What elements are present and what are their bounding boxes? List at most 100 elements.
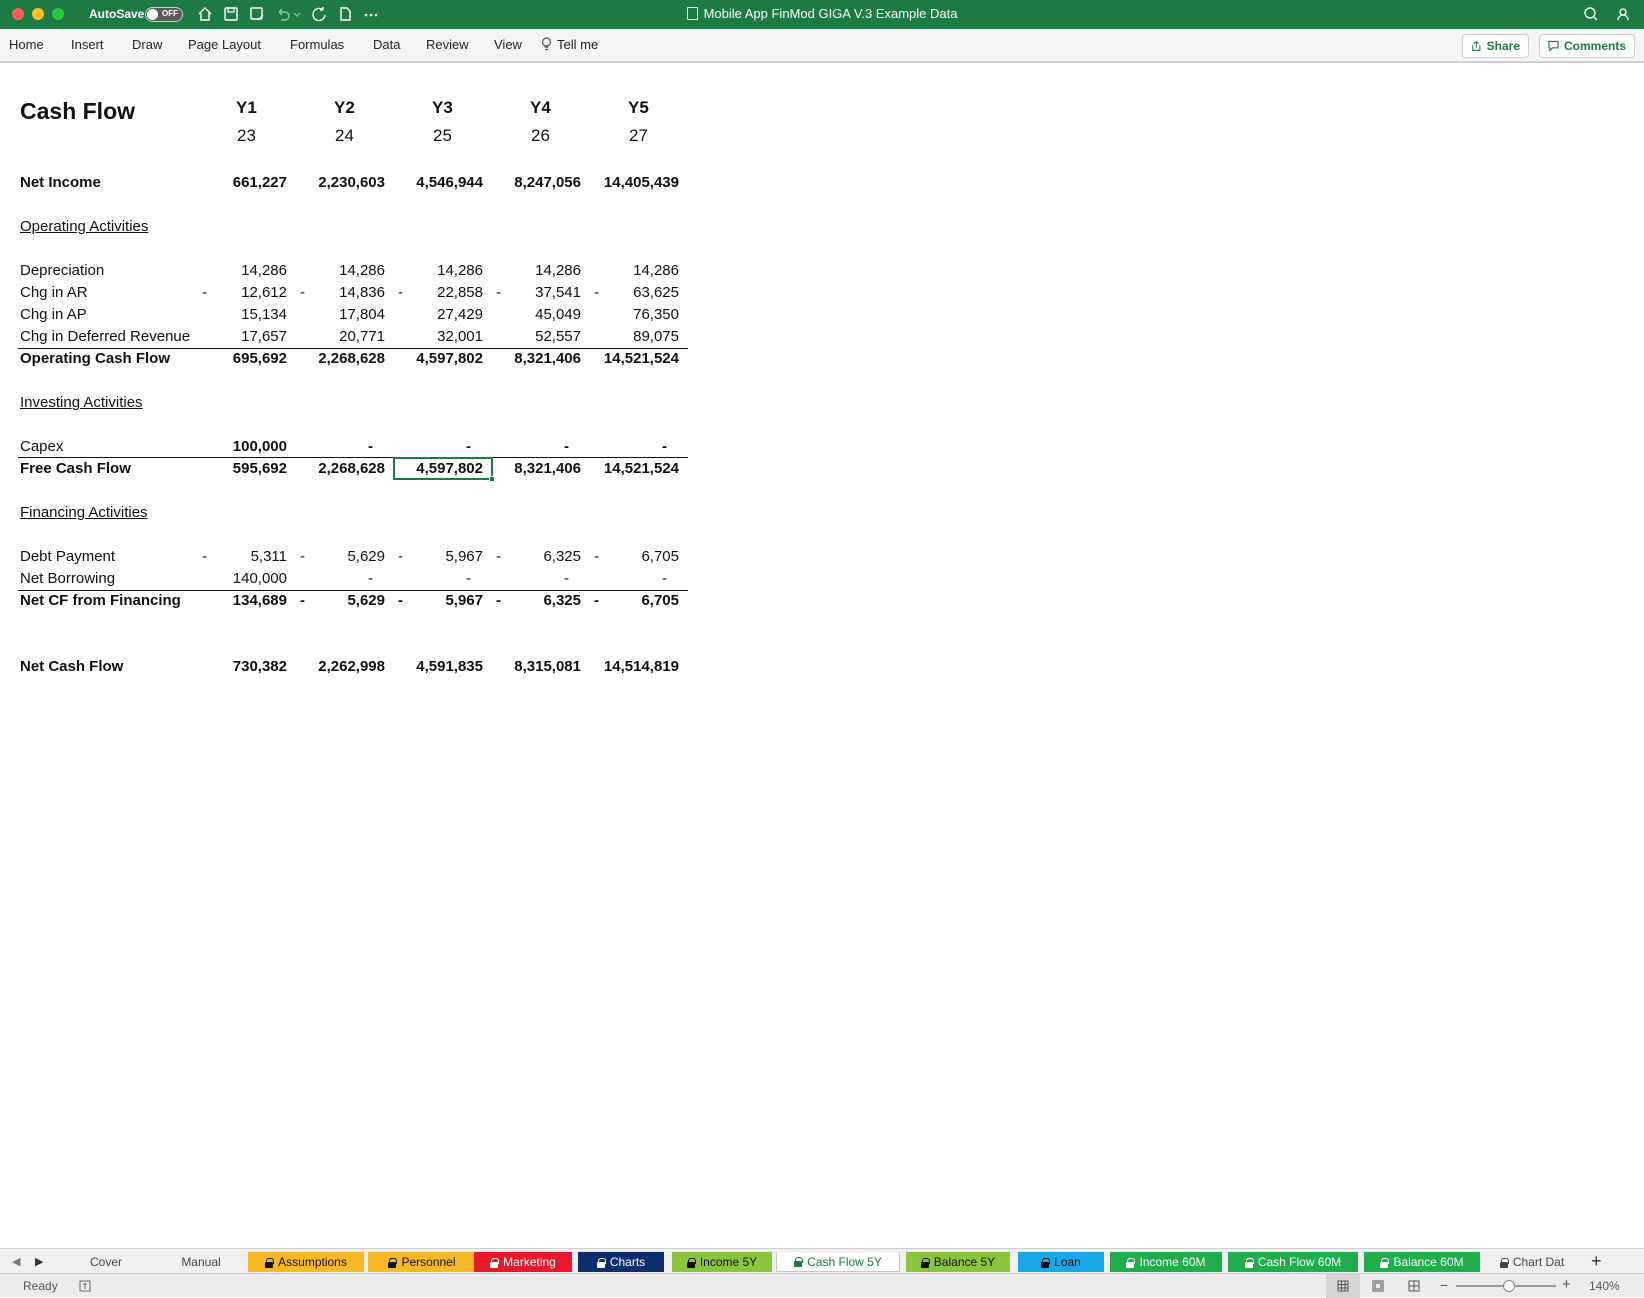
tab-data[interactable]: Data <box>373 37 400 52</box>
scroll-tabs-left-icon[interactable]: ◀ <box>12 1255 20 1268</box>
debt-payment-y1[interactable]: 5,311 <box>197 548 287 566</box>
scroll-tabs-right-icon[interactable]: ▶ <box>35 1255 43 1268</box>
selected-cell[interactable] <box>393 457 495 482</box>
sheet-tab-marketing[interactable]: Marketing <box>474 1252 572 1272</box>
sheet-tab-balance-60m[interactable]: Balance 60M <box>1364 1252 1480 1272</box>
chg-ar-label[interactable]: Chg in AR <box>20 284 88 302</box>
chg-ap-y2[interactable]: 17,804 <box>295 306 385 324</box>
net-cf-financing-y5[interactable]: 6,705 <box>589 592 679 610</box>
chg-deferred-y3[interactable]: 32,001 <box>393 328 483 346</box>
year-header-y3[interactable]: Y3 <box>432 99 453 117</box>
capex-label[interactable]: Capex <box>20 438 63 456</box>
free-cf-y5[interactable]: 14,521,524 <box>589 460 679 478</box>
sheet-tab-loan[interactable]: Loan <box>1018 1252 1104 1272</box>
free-cash-flow-label[interactable]: Free Cash Flow <box>20 460 131 478</box>
chg-deferred-y1[interactable]: 17,657 <box>197 328 287 346</box>
depreciation-y3[interactable]: 14,286 <box>393 262 483 280</box>
net-borrowing-y4[interactable]: - <box>479 570 569 588</box>
net-income-y4[interactable]: 8,247,056 <box>491 174 581 192</box>
year-number-y4[interactable]: 26 <box>531 127 550 145</box>
net-cash-flow-y4[interactable]: 8,315,081 <box>491 658 581 676</box>
capex-y5[interactable]: - <box>577 438 667 456</box>
net-borrowing-y1[interactable]: 140,000 <box>197 570 287 588</box>
search-icon[interactable] <box>1582 5 1600 23</box>
sheet-tab-assumptions[interactable]: Assumptions <box>248 1252 364 1272</box>
net-income-y5[interactable]: 14,405,439 <box>589 174 679 192</box>
add-sheet-icon[interactable]: + <box>1591 1251 1602 1272</box>
financing-activities-header[interactable]: Financing Activities <box>20 504 148 522</box>
net-cash-flow-label[interactable]: Net Cash Flow <box>20 658 123 676</box>
year-number-y5[interactable]: 27 <box>629 127 648 145</box>
chg-ap-y5[interactable]: 76,350 <box>589 306 679 324</box>
tab-draw[interactable]: Draw <box>132 37 162 52</box>
operating-cf-y4[interactable]: 8,321,406 <box>491 350 581 368</box>
free-cf-y2[interactable]: 2,268,628 <box>295 460 385 478</box>
investing-activities-header[interactable]: Investing Activities <box>20 394 143 412</box>
worksheet-grid[interactable]: Cash Flow Y1 Y2 Y3 Y4 Y5 23 24 25 26 27 … <box>0 62 1644 1248</box>
chg-ar-y1[interactable]: 12,612 <box>197 284 287 302</box>
sheet-tab-cash-flow-5y[interactable]: Cash Flow 5Y <box>776 1252 900 1272</box>
chg-ar-y4[interactable]: 37,541 <box>491 284 581 302</box>
tell-me-search[interactable]: Tell me <box>541 37 598 52</box>
page-layout-view-icon[interactable] <box>1372 1280 1384 1292</box>
net-income-y3[interactable]: 4,546,944 <box>393 174 483 192</box>
free-cf-y4[interactable]: 8,321,406 <box>491 460 581 478</box>
zoom-out-icon[interactable]: − <box>1440 1277 1448 1293</box>
fill-handle[interactable] <box>489 476 495 482</box>
tab-review[interactable]: Review <box>426 37 469 52</box>
operating-cf-y3[interactable]: 4,597,802 <box>393 350 483 368</box>
net-borrowing-y2[interactable]: - <box>283 570 373 588</box>
sheet-tab-cover[interactable]: Cover <box>62 1252 150 1272</box>
account-icon[interactable] <box>1614 5 1632 23</box>
tab-view[interactable]: View <box>494 37 522 52</box>
depreciation-y2[interactable]: 14,286 <box>295 262 385 280</box>
debt-payment-y5[interactable]: 6,705 <box>589 548 679 566</box>
chg-ar-y3[interactable]: 22,858 <box>393 284 483 302</box>
depreciation-y5[interactable]: 14,286 <box>589 262 679 280</box>
chg-ap-y1[interactable]: 15,134 <box>197 306 287 324</box>
chg-deferred-revenue-label[interactable]: Chg in Deferred Revenue <box>20 328 190 346</box>
page-break-view-icon[interactable] <box>1408 1280 1420 1292</box>
normal-view-button[interactable] <box>1326 1274 1360 1298</box>
net-cf-financing-y1[interactable]: 134,689 <box>197 592 287 610</box>
net-income-y2[interactable]: 2,230,603 <box>295 174 385 192</box>
net-borrowing-y5[interactable]: - <box>577 570 667 588</box>
comments-button[interactable]: Comments <box>1539 34 1635 58</box>
debt-payment-label[interactable]: Debt Payment <box>20 548 115 566</box>
tab-insert[interactable]: Insert <box>71 37 104 52</box>
operating-activities-header[interactable]: Operating Activities <box>20 218 148 236</box>
chg-ap-label[interactable]: Chg in AP <box>20 306 87 324</box>
net-cash-flow-y5[interactable]: 14,514,819 <box>589 658 679 676</box>
debt-payment-y4[interactable]: 6,325 <box>491 548 581 566</box>
year-number-y1[interactable]: 23 <box>237 127 256 145</box>
operating-cf-y2[interactable]: 2,268,628 <box>295 350 385 368</box>
net-cf-financing-y3[interactable]: 5,967 <box>393 592 483 610</box>
net-borrowing-y3[interactable]: - <box>381 570 471 588</box>
chg-deferred-y2[interactable]: 20,771 <box>295 328 385 346</box>
sheet-tab-manual[interactable]: Manual <box>154 1252 248 1272</box>
depreciation-y4[interactable]: 14,286 <box>491 262 581 280</box>
share-button[interactable]: Share <box>1462 34 1529 58</box>
chg-ap-y4[interactable]: 45,049 <box>491 306 581 324</box>
tab-home[interactable]: Home <box>9 37 44 52</box>
chg-deferred-y4[interactable]: 52,557 <box>491 328 581 346</box>
operating-cash-flow-label[interactable]: Operating Cash Flow <box>20 350 170 368</box>
net-cf-financing-label[interactable]: Net CF from Financing <box>20 592 181 610</box>
net-cash-flow-y2[interactable]: 2,262,998 <box>295 658 385 676</box>
sheet-tab-cash-flow-60m[interactable]: Cash Flow 60M <box>1228 1252 1358 1272</box>
sheet-tab-balance-5y[interactable]: Balance 5Y <box>906 1252 1010 1272</box>
chg-ar-y5[interactable]: 63,625 <box>589 284 679 302</box>
year-header-y1[interactable]: Y1 <box>236 99 257 117</box>
capex-y4[interactable]: - <box>479 438 569 456</box>
year-header-y5[interactable]: Y5 <box>628 99 649 117</box>
year-number-y3[interactable]: 25 <box>433 127 452 145</box>
debt-payment-y2[interactable]: 5,629 <box>295 548 385 566</box>
net-cf-financing-y2[interactable]: 5,629 <box>295 592 385 610</box>
sheet-tab-chart-dat[interactable]: Chart Dat <box>1486 1252 1578 1272</box>
year-header-y2[interactable]: Y2 <box>334 99 355 117</box>
capex-y3[interactable]: - <box>381 438 471 456</box>
operating-cf-y1[interactable]: 695,692 <box>197 350 287 368</box>
net-income-y1[interactable]: 661,227 <box>197 174 287 192</box>
year-header-y4[interactable]: Y4 <box>530 99 551 117</box>
capex-y2[interactable]: - <box>283 438 373 456</box>
